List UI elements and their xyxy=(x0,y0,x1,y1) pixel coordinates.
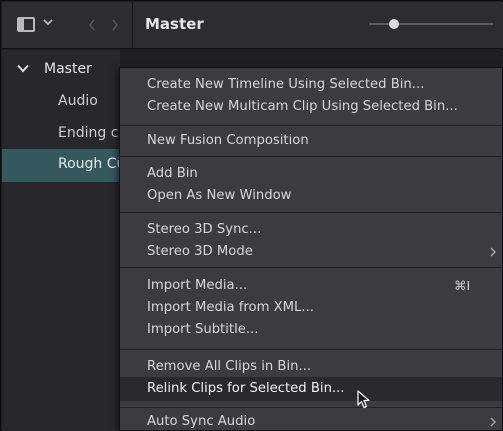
menu-divider xyxy=(120,267,502,268)
menu-divider xyxy=(120,349,502,350)
bin-item-ending-credits[interactable]: Ending cr xyxy=(2,118,124,151)
menu-divider xyxy=(120,156,502,157)
menu-item-auto-sync-audio[interactable]: Auto Sync Audio xyxy=(120,410,502,431)
menu-item-label: Create New Timeline Using Selected Bin..… xyxy=(147,77,425,92)
forward-arrow-icon[interactable] xyxy=(111,18,119,32)
menu-item-stereo-3d-sync[interactable]: Stereo 3D Sync... xyxy=(120,218,502,242)
menu-item-relink-clips[interactable]: Relink Clips for Selected Bin... xyxy=(120,377,502,401)
header-left-controls xyxy=(2,2,133,48)
menu-item-label: Import Subtitle... xyxy=(147,322,259,337)
bin-label: Rough Cu xyxy=(58,156,126,172)
bin-label: Audio xyxy=(58,93,98,109)
menu-item-label: Relink Clips for Selected Bin... xyxy=(147,381,345,396)
menu-item-open-as-new-window[interactable]: Open As New Window xyxy=(120,184,502,208)
menu-item-label: Add Bin xyxy=(147,166,198,181)
menu-item-label: Import Media... xyxy=(147,278,248,293)
menu-divider xyxy=(120,407,502,408)
back-arrow-icon[interactable] xyxy=(88,18,96,32)
menu-item-new-fusion-composition[interactable]: New Fusion Composition xyxy=(120,129,502,153)
chevron-down-icon[interactable] xyxy=(43,16,53,28)
menu-item-remove-all-clips[interactable]: Remove All Clips in Bin... xyxy=(120,355,502,379)
menu-item-create-timeline[interactable]: Create New Timeline Using Selected Bin..… xyxy=(120,73,502,97)
menu-item-label: Open As New Window xyxy=(147,188,292,203)
bin-label-master: Master xyxy=(44,61,92,77)
mouse-pointer-icon xyxy=(357,390,371,410)
menu-item-import-subtitle[interactable]: Import Subtitle... xyxy=(120,318,502,342)
menu-item-label: Stereo 3D Sync... xyxy=(147,222,262,237)
zoom-slider-knob[interactable] xyxy=(388,19,399,29)
menu-item-stereo-3d-mode[interactable]: Stereo 3D Mode xyxy=(120,240,502,264)
menu-item-label: Create New Multicam Clip Using Selected … xyxy=(147,99,458,114)
header-bar: Master xyxy=(2,2,503,49)
menu-divider xyxy=(120,125,502,126)
bin-item-rough-cut[interactable]: Rough Cu xyxy=(2,149,125,182)
menu-item-label: Stereo 3D Mode xyxy=(147,244,253,259)
menu-item-label: Auto Sync Audio xyxy=(147,414,256,429)
menu-item-import-media[interactable]: Import Media... ⌘I xyxy=(120,274,502,298)
bin-sidebar: Master Audio Ending cr Rough Cu xyxy=(2,50,125,431)
sidebar-toggle-icon[interactable] xyxy=(17,17,35,32)
menu-item-label: Import Media from XML... xyxy=(147,300,314,315)
menu-divider xyxy=(120,212,502,213)
menu-item-label: Remove All Clips in Bin... xyxy=(147,359,312,374)
chevron-down-icon[interactable] xyxy=(17,64,29,73)
menu-item-label: New Fusion Composition xyxy=(147,133,309,148)
context-menu: Create New Timeline Using Selected Bin..… xyxy=(119,67,503,431)
bin-label: Ending cr xyxy=(58,125,125,141)
chevron-right-icon xyxy=(490,417,496,427)
menu-item-add-bin[interactable]: Add Bin xyxy=(120,162,502,186)
header-title: Master xyxy=(145,15,204,33)
menu-item-import-media-from-xml[interactable]: Import Media from XML... xyxy=(120,296,502,320)
menu-item-create-multicam[interactable]: Create New Multicam Clip Using Selected … xyxy=(120,95,502,119)
bin-item-audio[interactable]: Audio xyxy=(2,86,120,119)
chevron-right-icon xyxy=(490,247,496,257)
bin-item-master[interactable]: Master xyxy=(2,54,120,87)
zoom-slider-track[interactable] xyxy=(369,23,493,25)
menu-item-shortcut: ⌘I xyxy=(454,278,471,293)
